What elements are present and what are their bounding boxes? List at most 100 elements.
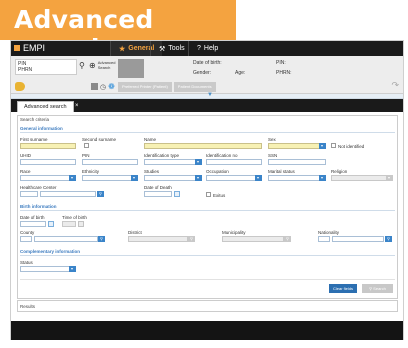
nationality-input[interactable] (332, 236, 384, 242)
question-icon: ? (197, 45, 201, 52)
clock-picker-icon[interactable] (78, 221, 84, 227)
healthcare-center-label: Healthcare Center (20, 185, 57, 190)
status-select[interactable] (20, 266, 76, 272)
sex-label: Sex (268, 137, 276, 142)
panel-title: Search criteria (20, 117, 50, 122)
settings-icon[interactable]: ❁ (108, 82, 115, 91)
redo-arrow-icon[interactable]: ↷ (391, 80, 399, 91)
menu-help-label: Help (203, 45, 219, 52)
occupation-label: Occupation (206, 169, 229, 174)
date-of-death-label: Date of Death (144, 185, 172, 190)
id-type-label: Identification type (144, 153, 180, 158)
id-no-label: Identification no (206, 153, 238, 158)
complementary-info-title: Complementary information (20, 249, 81, 254)
studies-select[interactable] (144, 175, 202, 181)
patient-pin-label: PIN: (276, 60, 286, 66)
divider (20, 132, 395, 133)
document-icon[interactable] (91, 83, 98, 90)
dropdown-icon (69, 266, 76, 272)
patient-toolbar (15, 80, 25, 92)
name-label: Name (144, 137, 157, 142)
municipality-input[interactable] (222, 236, 284, 242)
tab-advanced-search[interactable]: Advanced search × (17, 101, 79, 112)
dropdown-icon (69, 175, 76, 181)
first-surname-input[interactable] (20, 143, 76, 149)
religion-select[interactable] (331, 175, 393, 181)
status-label: Status (20, 260, 33, 265)
dropdown-icon (195, 175, 202, 181)
app-window: EMPI ★ General ⚒ Tools ? Help PIN PHRN ⚲ (10, 40, 404, 340)
divider (20, 255, 395, 256)
county-search-icon[interactable]: ⚲ (98, 236, 105, 242)
id-type-select[interactable] (144, 159, 202, 165)
clear-fields-button[interactable]: Clear fields (329, 284, 357, 293)
county-input[interactable] (34, 236, 98, 242)
star-icon: ★ (119, 45, 126, 53)
exitus-checkbox[interactable] (206, 192, 211, 197)
general-info-title: General information (20, 126, 63, 131)
ethnicity-label: Ethnicity (82, 169, 100, 174)
search-button-label: Search (373, 286, 386, 291)
search-criteria-panel: Search criteria General information Firs… (17, 115, 398, 299)
app-name: EMPI (23, 43, 46, 53)
ssn-input[interactable] (268, 159, 326, 165)
context-tab-printer[interactable]: Preferred Printer (Patient) (118, 82, 172, 92)
time-of-birth-label: Time of birth (62, 215, 87, 220)
sex-select[interactable] (268, 143, 326, 149)
close-icon[interactable]: × (75, 101, 79, 112)
context-tab-documents[interactable]: Patient Documents (173, 82, 216, 92)
id-no-input[interactable] (206, 159, 262, 165)
logo-square-icon (14, 45, 20, 51)
healthcare-center-input[interactable] (40, 191, 96, 197)
district-input[interactable] (128, 236, 188, 242)
adv-label-2: Search (97, 65, 111, 70)
nationality-code-input[interactable] (318, 236, 330, 242)
nationality-label: Nationality (318, 230, 340, 235)
search-icon[interactable]: ⚲ (79, 61, 85, 70)
county-code-input[interactable] (20, 236, 32, 242)
district-label: District (128, 230, 142, 235)
age-label: Age: (235, 70, 246, 76)
marital-status-select[interactable] (268, 175, 326, 181)
coin-icon[interactable] (15, 81, 25, 91)
healthcare-center-search-icon[interactable]: ⚲ (97, 191, 104, 197)
uhid-input[interactable] (20, 159, 76, 165)
date-of-birth-input[interactable] (20, 221, 46, 227)
not-identified-checkbox[interactable] (331, 143, 336, 148)
pin-input[interactable] (82, 159, 138, 165)
menu-tools[interactable]: ⚒ Tools (150, 41, 193, 56)
gender-label: Gender: (193, 70, 212, 76)
search-button[interactable]: ⚲ Search (362, 284, 393, 293)
marital-status-label: Marital status (268, 169, 295, 174)
calendar-icon[interactable] (48, 221, 54, 227)
patient-header: PIN PHRN ⚲ ⊕ Advanced Search Date of bir… (11, 56, 403, 94)
patient-photo (118, 59, 144, 78)
clock-icon[interactable]: ◷ (100, 83, 106, 91)
patient-context-tabs: Preferred Printer (Patient) Patient Docu… (118, 82, 216, 92)
healthcare-center-code-input[interactable] (20, 191, 38, 197)
menu-help[interactable]: ? Help (188, 41, 226, 56)
wrench-icon: ⚒ (159, 45, 166, 53)
race-select[interactable] (20, 175, 76, 181)
phrn-label: PHRN (18, 67, 33, 73)
uhid-label: UHID (20, 153, 31, 158)
occupation-select[interactable] (206, 175, 262, 181)
second-surname-label: Second surname (82, 137, 117, 142)
date-of-death-input[interactable] (144, 191, 172, 197)
patient-actions: ◷ ❁ (91, 82, 115, 91)
advanced-search-button[interactable]: ⊕ Advanced Search (89, 60, 116, 70)
ethnicity-select[interactable] (82, 175, 138, 181)
nationality-search-icon[interactable]: ⚲ (385, 236, 392, 242)
name-input[interactable] (144, 143, 262, 149)
municipality-search-icon[interactable]: ⚲ (284, 236, 291, 242)
religion-label: Religion (331, 169, 348, 174)
first-surname-label: First surname (20, 137, 48, 142)
time-of-birth-input[interactable] (62, 221, 76, 227)
second-surname-checkbox[interactable] (84, 143, 89, 148)
advanced-search-banner: Advanced search (0, 0, 236, 63)
menu-tools-label: Tools (168, 45, 185, 52)
results-title: Results (20, 304, 36, 309)
calendar-icon[interactable] (174, 191, 180, 197)
patient-id-input[interactable]: PIN PHRN (15, 59, 77, 75)
district-search-icon[interactable]: ⚲ (188, 236, 195, 242)
